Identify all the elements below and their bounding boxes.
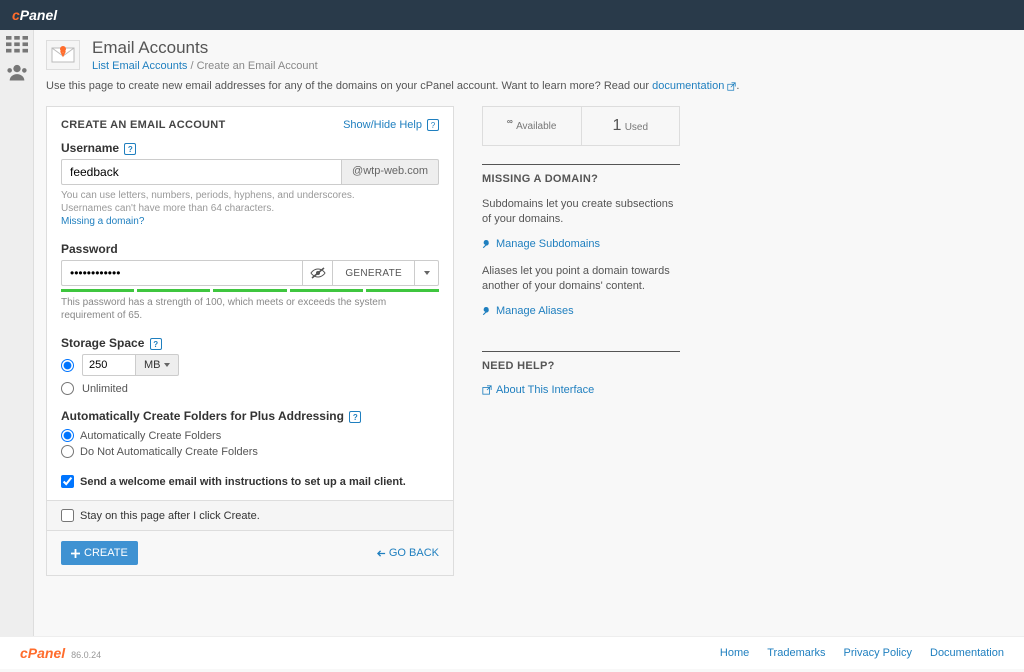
manage-aliases-link[interactable]: Manage Aliases xyxy=(482,305,574,317)
breadcrumb-current: Create an Email Account xyxy=(197,60,318,72)
version-text: 86.0.24 xyxy=(71,650,101,660)
generate-options-button[interactable] xyxy=(415,260,439,286)
create-button[interactable]: CREATE xyxy=(61,541,138,565)
storage-section: Storage Space ? MB Unlimited xyxy=(61,336,439,395)
footer-links: Home Trademarks Privacy Policy Documenta… xyxy=(720,647,1004,659)
create-email-panel: CREATE AN EMAIL ACCOUNT Show/Hide Help ?… xyxy=(46,106,454,501)
panel-actions: CREATE GO BACK xyxy=(46,531,454,576)
missing-domain-link[interactable]: Missing a domain? xyxy=(61,216,144,227)
show-hide-help-link[interactable]: Show/Hide Help ? xyxy=(343,119,439,131)
external-link-icon xyxy=(482,385,492,395)
manage-subdomains-link[interactable]: Manage Subdomains xyxy=(482,238,600,250)
storage-label: Storage Space ? xyxy=(61,336,439,350)
left-nav xyxy=(0,30,34,636)
used-stat: 1 Used xyxy=(582,107,680,145)
stay-on-page-checkbox[interactable] xyxy=(61,509,74,522)
footer-logo: cPanel xyxy=(20,645,65,661)
eye-slash-icon xyxy=(310,267,326,279)
username-label: Username ? xyxy=(61,141,439,155)
chevron-down-icon xyxy=(164,363,170,367)
stay-on-page-row[interactable]: Stay on this page after I click Create. xyxy=(61,509,439,522)
intro-text: Use this page to create new email addres… xyxy=(46,80,1004,92)
topbar: cPanel xyxy=(0,0,1024,30)
stats-box: ∞ Available 1 Used xyxy=(482,106,680,146)
no-auto-create-folders-option[interactable]: Do Not Automatically Create Folders xyxy=(61,445,258,458)
storage-fixed-radio[interactable] xyxy=(61,359,74,372)
storage-unlimited-radio[interactable] xyxy=(61,382,74,395)
welcome-email-row: Send a welcome email with instructions t… xyxy=(61,475,439,488)
welcome-email-checkbox[interactable] xyxy=(61,475,74,488)
username-hint1: You can use letters, numbers, periods, h… xyxy=(61,189,439,202)
breadcrumb: List Email Accounts / Create an Email Ac… xyxy=(92,60,318,72)
footer-docs-link[interactable]: Documentation xyxy=(930,647,1004,659)
about-interface-link[interactable]: About This Interface xyxy=(482,384,594,396)
auto-create-folders-option[interactable]: Automatically Create Folders xyxy=(61,429,221,442)
need-help-heading: NEED HELP? xyxy=(482,360,680,372)
right-sidebar: ∞ Available 1 Used MISSING A DOMAIN? Sub… xyxy=(482,106,680,576)
password-strength-meter xyxy=(61,289,439,292)
subdomains-text: Subdomains let you create subsections of… xyxy=(482,197,680,228)
help-icon: ? xyxy=(427,119,439,131)
available-stat: ∞ Available xyxy=(483,107,582,145)
plus-addressing-section: Automatically Create Folders for Plus Ad… xyxy=(61,409,439,461)
storage-unit-button[interactable]: MB xyxy=(136,354,179,376)
missing-domain-heading: MISSING A DOMAIN? xyxy=(482,173,680,185)
password-strength-text: This password has a strength of 100, whi… xyxy=(61,296,439,322)
footer-trademarks-link[interactable]: Trademarks xyxy=(767,647,825,659)
unlimited-label: Unlimited xyxy=(82,383,128,395)
footer: cPanel 86.0.24 Home Trademarks Privacy P… xyxy=(0,636,1024,669)
documentation-link[interactable]: documentation xyxy=(652,80,736,92)
wrench-icon xyxy=(482,239,492,249)
info-icon[interactable]: ? xyxy=(349,411,361,423)
password-label: Password xyxy=(61,242,439,256)
password-section: Password GENERATE This passwor xyxy=(61,242,439,322)
username-input[interactable] xyxy=(61,159,342,185)
arrow-left-icon xyxy=(377,549,386,558)
username-section: Username ? @wtp-web.com You can use lett… xyxy=(61,141,439,228)
password-input[interactable] xyxy=(61,260,303,286)
main-content: Email Accounts List Email Accounts / Cre… xyxy=(34,30,1024,636)
chevron-down-icon xyxy=(424,271,430,275)
plus-icon xyxy=(71,549,80,558)
email-page-icon xyxy=(46,40,80,70)
toggle-visibility-button[interactable] xyxy=(303,260,333,286)
plus-addressing-label: Automatically Create Folders for Plus Ad… xyxy=(61,409,439,423)
storage-value-input[interactable] xyxy=(82,354,136,376)
logo: cPanel xyxy=(12,7,57,23)
domain-addon[interactable]: @wtp-web.com xyxy=(342,159,439,185)
username-hint2: Usernames can't have more than 64 charac… xyxy=(61,202,439,215)
info-icon[interactable]: ? xyxy=(124,143,136,155)
generate-password-button[interactable]: GENERATE xyxy=(333,260,415,286)
page-title: Email Accounts xyxy=(92,38,318,58)
panel-footer: Stay on this page after I click Create. xyxy=(46,501,454,531)
logo-prefix: c xyxy=(12,7,20,23)
footer-home-link[interactable]: Home xyxy=(720,647,749,659)
footer-privacy-link[interactable]: Privacy Policy xyxy=(844,647,912,659)
panel-title: CREATE AN EMAIL ACCOUNT xyxy=(61,119,226,131)
users-icon[interactable] xyxy=(6,64,28,82)
go-back-link[interactable]: GO BACK xyxy=(377,547,439,559)
page-header: Email Accounts List Email Accounts / Cre… xyxy=(46,38,1004,72)
wrench-icon xyxy=(482,306,492,316)
info-icon[interactable]: ? xyxy=(150,338,162,350)
apps-grid-icon[interactable] xyxy=(6,36,28,54)
breadcrumb-link[interactable]: List Email Accounts xyxy=(92,60,187,72)
aliases-text: Aliases let you point a domain towards a… xyxy=(482,264,680,295)
